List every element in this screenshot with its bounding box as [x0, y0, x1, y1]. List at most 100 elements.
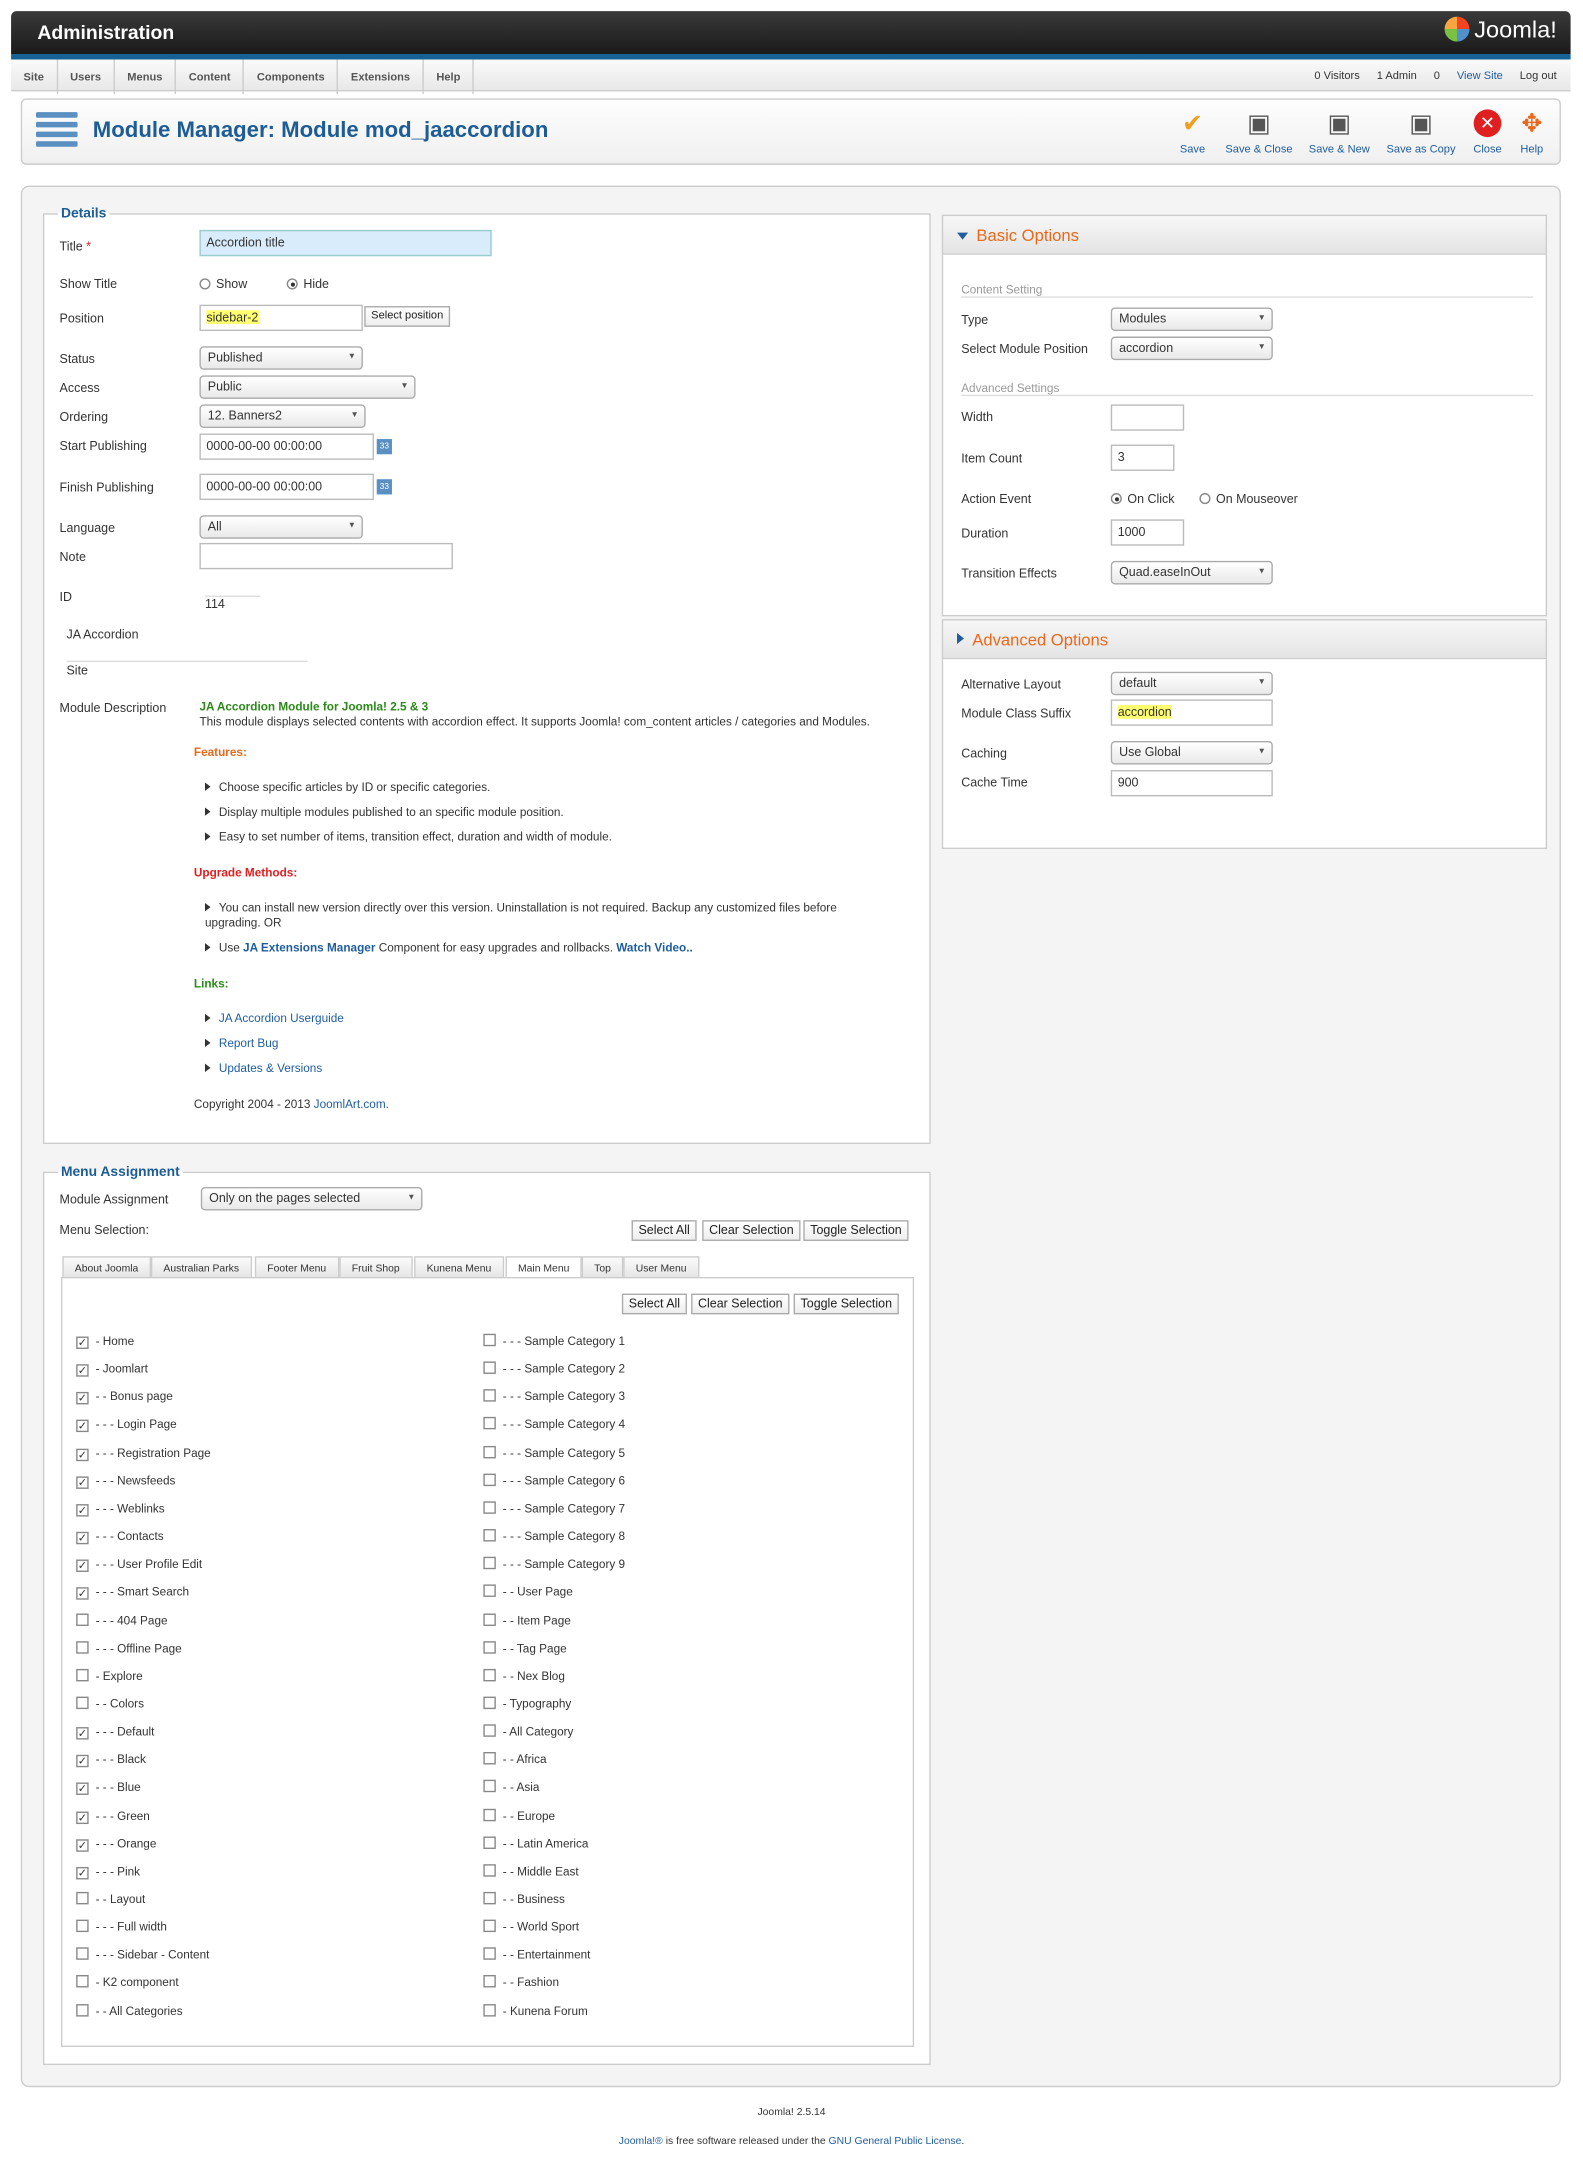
tab-kunena-menu[interactable]: Kunena Menu	[414, 1256, 504, 1279]
checkbox[interactable]	[483, 1919, 496, 1933]
menu-item-checkbox[interactable]: ✓ - Joomlart	[76, 1362, 148, 1377]
language-select[interactable]: All	[199, 515, 363, 539]
checkbox[interactable]	[76, 1696, 89, 1710]
checkbox[interactable]	[483, 1389, 496, 1403]
menu-item-checkbox[interactable]: - Kunena Forum	[483, 2003, 588, 2017]
menu-item-checkbox[interactable]: ✓ - - - Contacts	[76, 1529, 164, 1545]
checkbox[interactable]	[76, 1640, 89, 1654]
menu-item-checkbox[interactable]: - All Category	[483, 1724, 573, 1738]
checkbox[interactable]	[483, 1668, 496, 1682]
close-button[interactable]: ✕ Close	[1468, 109, 1507, 155]
save-new-button[interactable]: ▣ Save & New	[1305, 109, 1374, 155]
userguide-link[interactable]: JA Accordion Userguide	[205, 1011, 344, 1026]
checkbox[interactable]: ✓	[76, 1727, 89, 1740]
menu-item-checkbox[interactable]: - - - Sidebar - Content	[76, 1947, 209, 1962]
menu-item-checkbox[interactable]: ✓ - - - Smart Search	[76, 1585, 189, 1601]
access-select[interactable]: Public	[199, 375, 416, 399]
save-close-button[interactable]: ▣ Save & Close	[1222, 109, 1297, 155]
menu-item-checkbox[interactable]: - - Nex Blog	[483, 1668, 565, 1682]
menu-item-checkbox[interactable]: ✓ - - - Login Page	[76, 1417, 177, 1433]
on-mouseover-radio[interactable]: On Mouseover	[1199, 492, 1298, 506]
menu-item-checkbox[interactable]: - - - Sample Category 3	[483, 1389, 625, 1403]
checkbox[interactable]: ✓	[76, 1448, 89, 1461]
checkbox[interactable]: ✓	[76, 1420, 89, 1433]
checkbox[interactable]: ✓	[76, 1838, 89, 1852]
menu-item-checkbox[interactable]: - - - Sample Category 7	[483, 1501, 625, 1515]
checkbox[interactable]	[76, 1947, 89, 1961]
menu-item-checkbox[interactable]: - - Europe	[483, 1808, 555, 1822]
menu-item-checkbox[interactable]: - - Fashion	[483, 1975, 559, 1989]
checkbox[interactable]	[483, 1891, 496, 1905]
checkbox[interactable]	[76, 1612, 89, 1626]
menu-item-checkbox[interactable]: - - Asia	[483, 1780, 539, 1794]
logout-link[interactable]: Log out	[1520, 69, 1557, 81]
title-input[interactable]: Accordion title	[199, 229, 492, 257]
duration-input[interactable]: 1000	[1110, 519, 1185, 546]
menu-item-checkbox[interactable]: - - - Full width	[76, 1919, 167, 1934]
checkbox[interactable]	[483, 1947, 496, 1961]
menu-item-checkbox[interactable]: - Typography	[483, 1696, 571, 1710]
menu-item-checkbox[interactable]: ✓ - - - Green	[76, 1808, 150, 1824]
clear-selection-button[interactable]: Clear Selection	[702, 1220, 801, 1241]
menu-item-checkbox[interactable]: - - - Sample Category 5	[483, 1445, 625, 1459]
module-assignment-select[interactable]: Only on the pages selected	[200, 1186, 423, 1211]
note-input[interactable]	[199, 542, 453, 570]
tab-top[interactable]: Top	[581, 1256, 624, 1279]
width-input[interactable]	[1110, 404, 1185, 431]
checkbox[interactable]: ✓	[76, 1364, 89, 1377]
select-all-button[interactable]: Select All	[631, 1220, 697, 1241]
menu-item-checkbox[interactable]: - - All Categories	[76, 2003, 183, 2017]
checkbox[interactable]	[483, 1836, 496, 1849]
show-title-show-radio[interactable]: Show	[199, 277, 247, 291]
menu-item-checkbox[interactable]: - - Entertainment	[483, 1947, 590, 1962]
menu-item-checkbox[interactable]: ✓ - - - Weblinks	[76, 1501, 165, 1517]
save-copy-button[interactable]: ▣ Save as Copy	[1382, 109, 1460, 155]
status-select[interactable]: Published	[199, 346, 363, 370]
ja-extensions-manager-link[interactable]: JA Extensions Manager	[243, 940, 375, 954]
checkbox[interactable]	[483, 1640, 496, 1654]
menu-item-checkbox[interactable]: - - Item Page	[483, 1612, 571, 1627]
menu-item-checkbox[interactable]: - - - Sample Category 9	[483, 1556, 625, 1571]
type-select[interactable]: Modules	[1110, 307, 1273, 332]
checkbox[interactable]	[483, 1501, 496, 1514]
tab-about-joomla[interactable]: About Joomla	[62, 1256, 151, 1279]
menu-item-checkbox[interactable]: - - World Sport	[483, 1919, 579, 1934]
checkbox[interactable]	[483, 1584, 496, 1598]
checkbox[interactable]: ✓	[76, 1503, 89, 1517]
menu-item-checkbox[interactable]: ✓ - - - Blue	[76, 1780, 141, 1796]
joomlart-link[interactable]: JoomlArt.com.	[314, 1097, 389, 1111]
basic-options-header[interactable]: Basic Options	[941, 214, 1548, 255]
module-class-suffix-input[interactable]: accordion	[1110, 699, 1273, 726]
panel-select-all-button[interactable]: Select All	[621, 1293, 688, 1315]
finish-publishing-input[interactable]: 0000-00-00 00:00:00	[199, 473, 374, 500]
checkbox[interactable]	[483, 1780, 496, 1793]
watch-video-link[interactable]: Watch Video..	[616, 940, 693, 954]
checkbox[interactable]	[76, 1668, 89, 1682]
menu-item-checkbox[interactable]: - - - Sample Category 4	[483, 1417, 625, 1431]
checkbox[interactable]	[483, 1529, 496, 1542]
menu-item-checkbox[interactable]: - - Colors	[76, 1696, 144, 1710]
checkbox[interactable]	[483, 1863, 496, 1877]
checkbox[interactable]: ✓	[76, 1783, 89, 1796]
menu-item-checkbox[interactable]: - Explore	[76, 1668, 143, 1682]
checkbox[interactable]	[483, 1473, 496, 1486]
checkbox[interactable]: ✓	[76, 1476, 89, 1489]
menu-item-checkbox[interactable]: - - User Page	[483, 1584, 573, 1599]
checkbox[interactable]	[483, 1808, 496, 1821]
menu-site[interactable]: Site	[11, 59, 58, 95]
checkbox[interactable]	[76, 1891, 89, 1905]
alternative-layout-select[interactable]: default	[1110, 671, 1273, 696]
menu-extensions[interactable]: Extensions	[338, 59, 424, 95]
checkbox[interactable]	[76, 1975, 89, 1989]
menu-item-checkbox[interactable]: ✓ - - Bonus page	[76, 1390, 173, 1405]
menu-item-checkbox[interactable]: - - - Sample Category 2	[483, 1361, 625, 1375]
tab-australian-parks[interactable]: Australian Parks	[150, 1256, 252, 1279]
gnu-license-link[interactable]: GNU General Public License	[829, 2134, 962, 2146]
tab-main-menu[interactable]: Main Menu	[505, 1256, 582, 1279]
menu-users[interactable]: Users	[58, 59, 115, 95]
checkbox[interactable]	[483, 2003, 496, 2016]
menu-item-checkbox[interactable]: - - Layout	[76, 1891, 145, 1906]
checkbox[interactable]	[76, 1919, 89, 1933]
menu-item-checkbox[interactable]: - - - Sample Category 8	[483, 1529, 625, 1543]
checkbox[interactable]: ✓	[76, 1559, 89, 1573]
